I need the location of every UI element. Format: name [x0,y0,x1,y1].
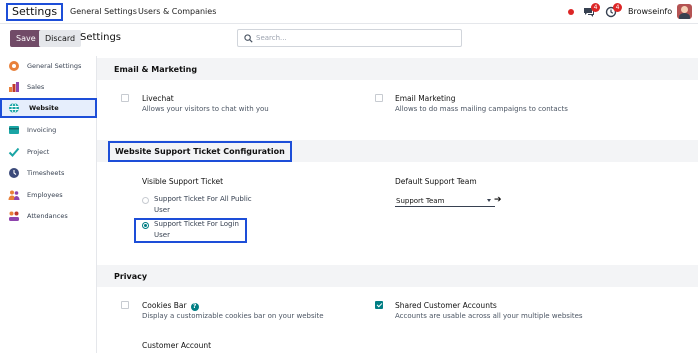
internal-link-arrow-icon[interactable]: ➔ [494,195,502,205]
settings-sidebar: General Settings Sales Website Invoicing… [0,56,97,353]
sales-icon [8,81,20,93]
chevron-down-icon [487,199,491,202]
default-support-team-label: Default Support Team [395,177,477,186]
email-marketing-title: Email Marketing [395,94,456,103]
search-box[interactable] [237,29,462,47]
page-title: Settings [80,32,122,43]
project-icon [8,146,20,158]
cookies-bar-title: Cookies Bar? [142,301,199,311]
radio-login-user-label-line1: Support Ticket For Login [154,220,239,228]
default-support-team-select[interactable]: Support Team [395,195,495,207]
sidebar-item-label: Website [29,104,59,112]
cookies-bar-desc: Display a customizable cookies bar on yo… [142,312,324,320]
sidebar-item-invoicing[interactable]: Invoicing [0,120,97,140]
sidebar-item-sales[interactable]: Sales [0,77,97,97]
section-title: Privacy [114,272,148,281]
general-settings-icon [8,60,20,72]
discard-button[interactable]: Discard [39,30,82,47]
shared-accounts-desc: Accounts are usable across all your mult… [395,312,583,320]
top-navbar: Settings General Settings Users & Compan… [0,0,698,24]
section-header-support-ticket: Website Support Ticket Configuration [97,140,698,162]
timesheets-icon [8,167,20,179]
search-input[interactable] [256,32,456,44]
messages-count-badge: 4 [591,3,600,12]
sidebar-item-label: Invoicing [27,126,57,134]
section-title: Website Support Ticket Configuration [108,141,292,162]
control-panel: Save Discard Settings [0,24,698,56]
livechat-checkbox[interactable] [121,94,129,102]
default-support-team-value: Support Team [396,197,445,205]
section-header-email-marketing: Email & Marketing [97,58,698,80]
app-name[interactable]: Settings [6,3,64,21]
search-icon [244,34,253,43]
settings-content: Email & Marketing Livechat Allows your v… [97,56,698,353]
shared-accounts-checkbox[interactable] [375,301,383,309]
sidebar-item-label: Attendances [27,212,68,220]
sidebar-item-timesheets[interactable]: Timesheets [0,163,97,183]
sidebar-item-label: Sales [27,83,45,91]
invoicing-icon [8,124,20,136]
attendances-icon [8,210,20,222]
section-header-privacy: Privacy [97,265,698,287]
sidebar-item-label: General Settings [27,62,82,70]
cookies-bar-checkbox[interactable] [121,301,129,309]
sidebar-item-label: Project [27,148,50,156]
website-icon [8,102,20,114]
radio-public-user-label-line1: Support Ticket For All Public [154,195,252,203]
user-avatar[interactable] [677,4,692,19]
sidebar-item-label: Timesheets [27,169,65,177]
radio-public-user[interactable] [142,197,149,204]
section-title: Email & Marketing [114,65,198,74]
sidebar-item-employees[interactable]: Employees [0,185,97,205]
menu-general-settings[interactable]: General Settings [70,7,137,16]
employees-icon [8,189,20,201]
status-dot [568,9,574,15]
visible-support-ticket-label: Visible Support Ticket [142,177,224,186]
menu-users-companies[interactable]: Users & Companies [138,7,216,16]
customer-account-label: Customer Account [142,341,212,350]
sidebar-item-project[interactable]: Project [0,142,97,162]
radio-login-user-label-line2: User [154,231,170,239]
save-button[interactable]: Save [10,30,42,47]
email-marketing-checkbox[interactable] [375,94,383,102]
shared-accounts-title: Shared Customer Accounts [395,301,497,310]
help-icon[interactable]: ? [190,303,199,311]
sidebar-item-label: Employees [27,191,63,199]
sidebar-item-general-settings[interactable]: General Settings [0,56,97,76]
sidebar-item-website[interactable]: Website [0,98,97,118]
company-name[interactable]: Browseinfo [628,7,672,16]
livechat-title: Livechat [142,94,174,103]
activity-count-badge: 4 [613,3,622,12]
email-marketing-desc: Allows to do mass mailing campaigns to c… [395,105,568,113]
radio-login-user[interactable] [142,222,149,229]
radio-public-user-label-line2: User [154,206,170,214]
sidebar-item-attendances[interactable]: Attendances [0,206,97,226]
livechat-desc: Allows your visitors to chat with you [142,105,269,113]
